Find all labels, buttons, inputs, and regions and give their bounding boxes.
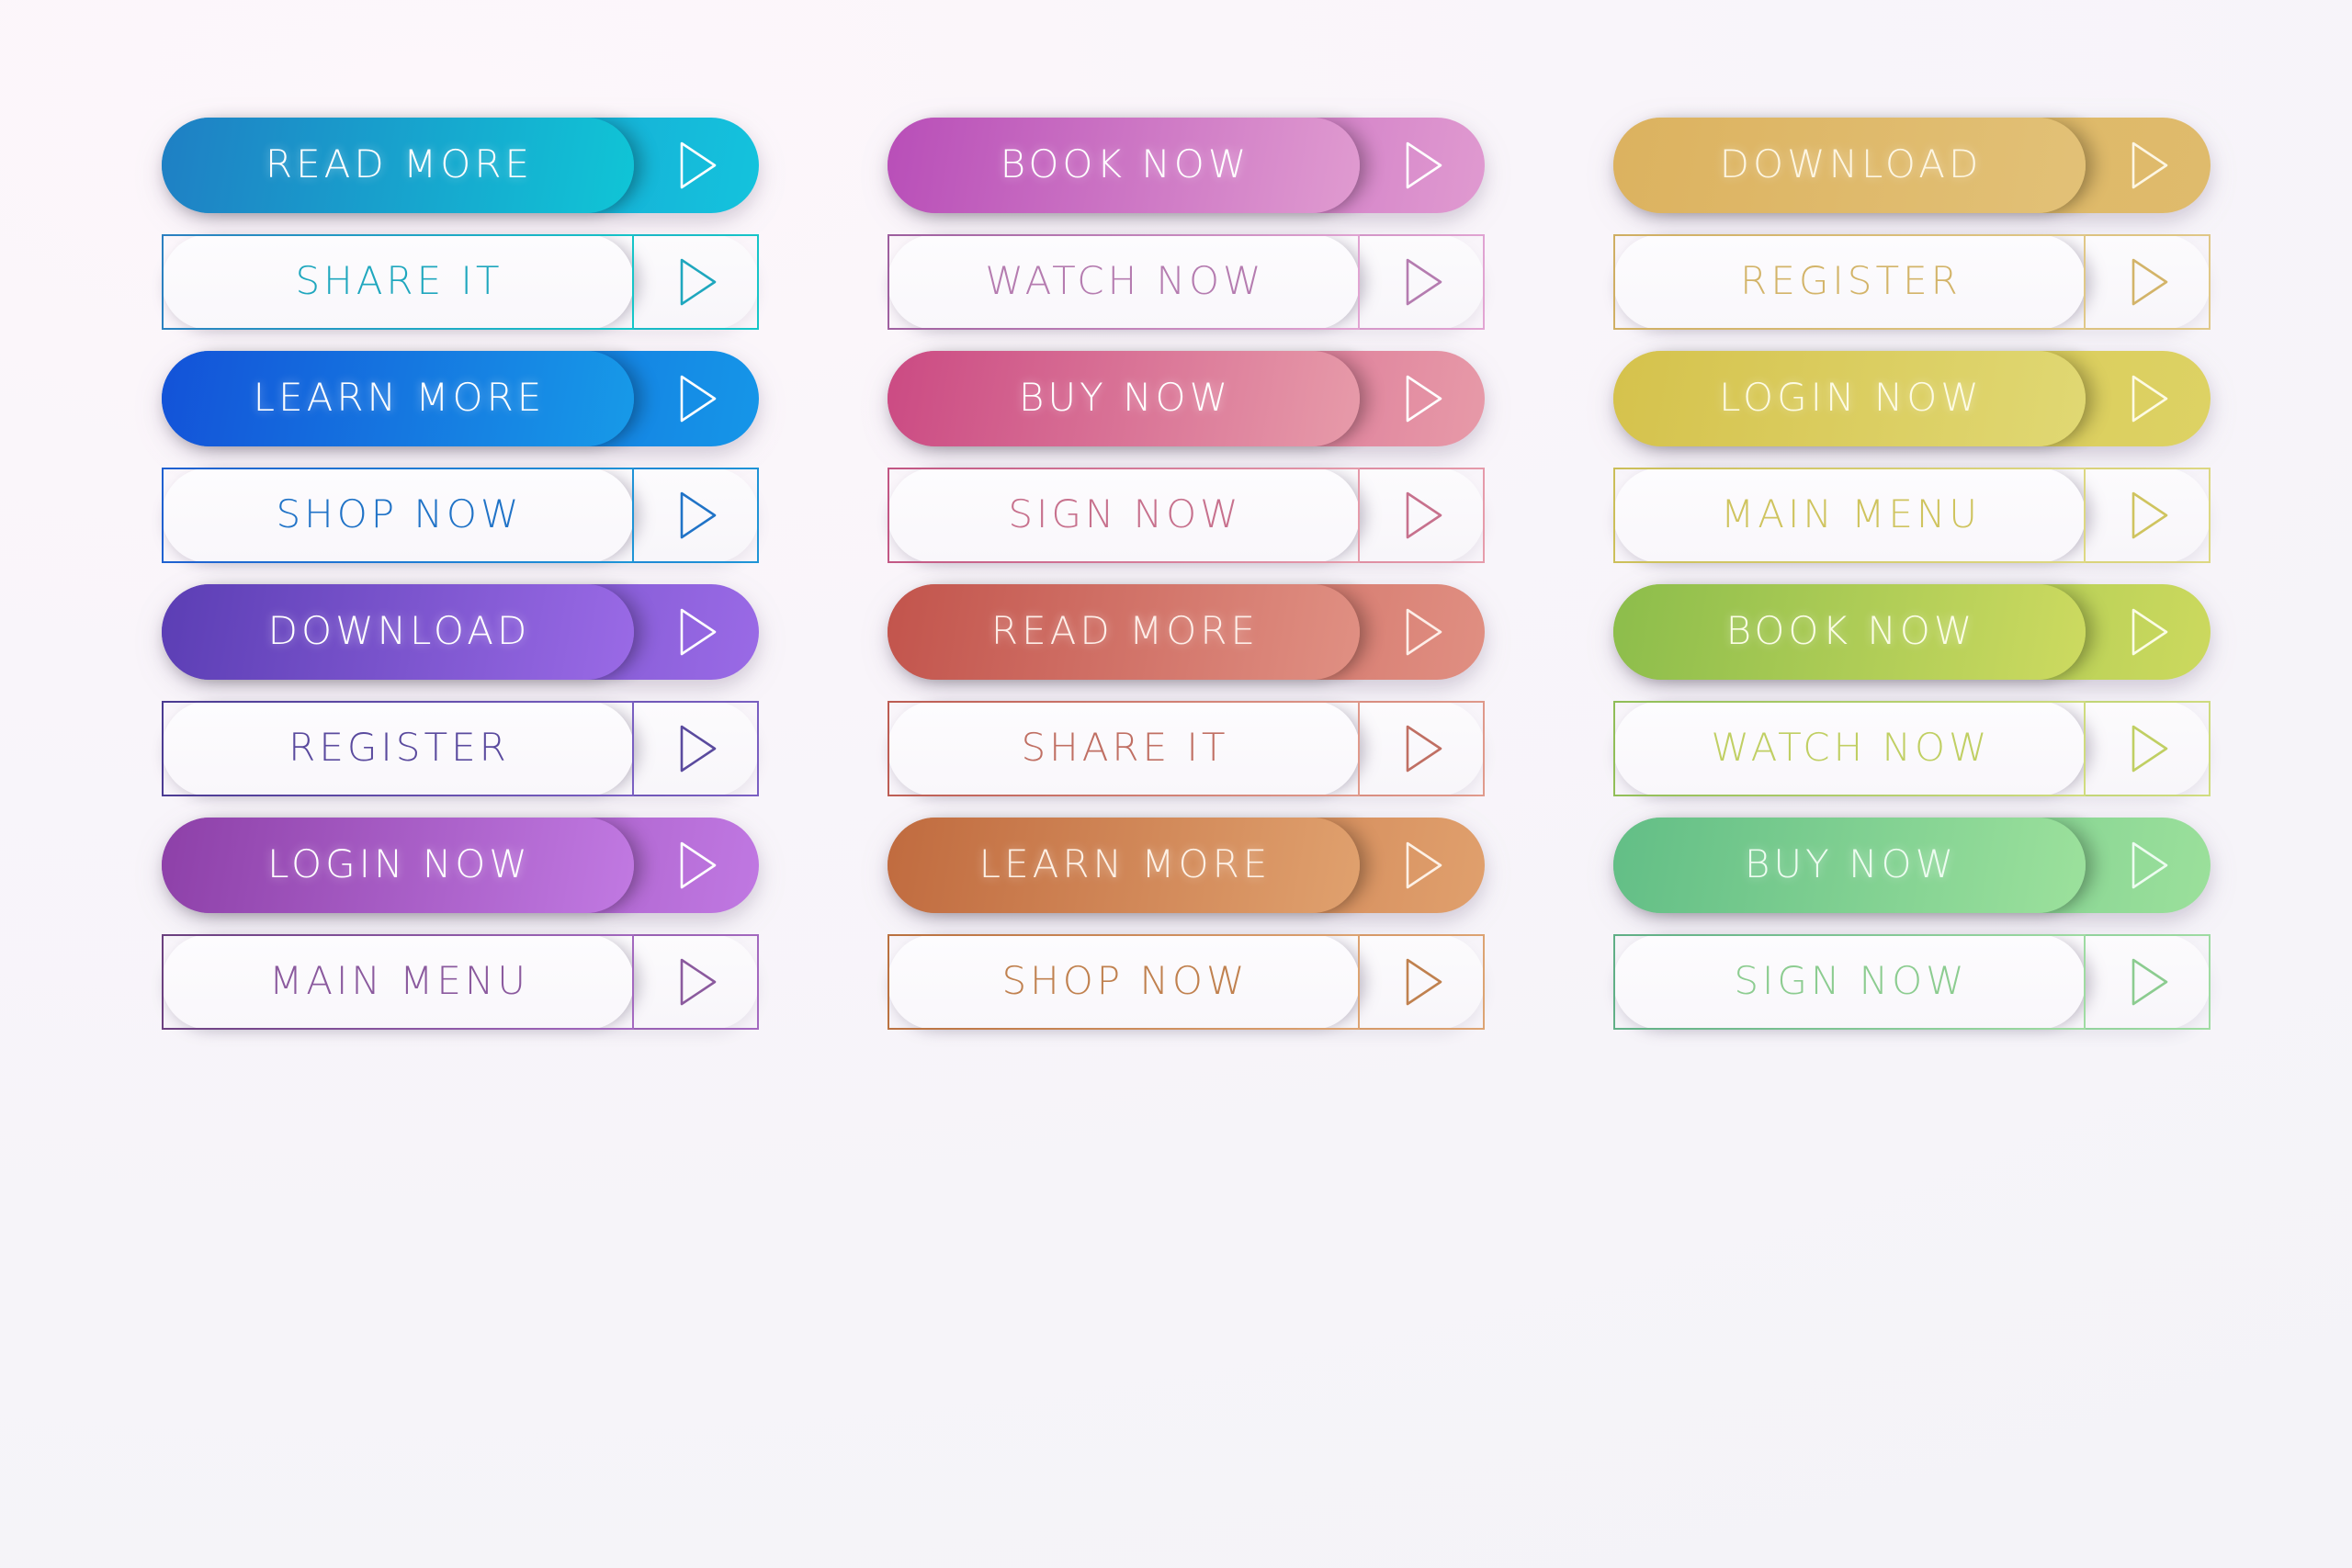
cta-button-label: READ MORE	[990, 608, 1260, 653]
cta-button-label: MAIN MENU	[1720, 491, 1982, 536]
cta-button-share-it[interactable]: SHARE IT	[888, 701, 1485, 796]
button-label-panel[interactable]: WATCH NOW	[1613, 701, 2086, 796]
cta-button-login-now[interactable]: LOGIN NOW	[162, 818, 759, 913]
button-column-gold-green-column: DOWNLOAD REGISTER LOGIN NOW MAIN MENU BO…	[1613, 118, 2211, 1030]
cta-button-shop-now[interactable]: SHOP NOW	[162, 468, 759, 563]
button-label-panel[interactable]: BUY NOW	[888, 351, 1360, 446]
cta-button-learn-more[interactable]: LEARN MORE	[888, 818, 1485, 913]
button-label-panel[interactable]: READ MORE	[162, 118, 634, 213]
button-column-blue-purple-column: READ MORE SHARE IT LEARN MORE SHOP NOW D…	[162, 118, 759, 1030]
button-label-panel[interactable]: LEARN MORE	[888, 818, 1360, 913]
cta-button-label: MAIN MENU	[268, 958, 530, 1003]
cta-button-main-menu[interactable]: MAIN MENU	[1613, 468, 2211, 563]
cta-button-label: READ MORE	[265, 141, 534, 186]
button-label-panel[interactable]: MAIN MENU	[162, 934, 634, 1030]
button-label-panel[interactable]: WATCH NOW	[888, 234, 1360, 330]
cta-button-read-more[interactable]: READ MORE	[162, 118, 759, 213]
cta-button-shop-now[interactable]: SHOP NOW	[888, 934, 1485, 1030]
button-set-canvas: READ MORE SHARE IT LEARN MORE SHOP NOW D…	[0, 0, 2352, 1568]
cta-button-label: BOOK NOW	[1000, 141, 1250, 186]
cta-button-buy-now[interactable]: BUY NOW	[888, 351, 1485, 446]
button-label-panel[interactable]: SHOP NOW	[888, 934, 1360, 1030]
cta-button-watch-now[interactable]: WATCH NOW	[888, 234, 1485, 330]
button-label-panel[interactable]: DOWNLOAD	[162, 584, 634, 680]
cta-button-download[interactable]: DOWNLOAD	[1613, 118, 2211, 213]
cta-button-sign-now[interactable]: SIGN NOW	[888, 468, 1485, 563]
button-label-panel[interactable]: LOGIN NOW	[1613, 351, 2086, 446]
button-label-panel[interactable]: MAIN MENU	[1613, 468, 2086, 563]
button-label-panel[interactable]: SHARE IT	[162, 234, 634, 330]
cta-button-label: SHOP NOW	[1001, 958, 1249, 1003]
cta-button-label: LEARN MORE	[978, 841, 1272, 886]
cta-button-label: SHARE IT	[295, 258, 503, 303]
button-label-panel[interactable]: READ MORE	[888, 584, 1360, 680]
button-label-panel[interactable]: SHARE IT	[888, 701, 1360, 796]
button-column-pink-orange-column: BOOK NOW WATCH NOW BUY NOW SIGN NOW READ…	[888, 118, 1485, 1030]
cta-button-learn-more[interactable]: LEARN MORE	[162, 351, 759, 446]
cta-button-label: LOGIN NOW	[267, 841, 531, 886]
button-grid: READ MORE SHARE IT LEARN MORE SHOP NOW D…	[162, 118, 2229, 1030]
button-label-panel[interactable]: LOGIN NOW	[162, 818, 634, 913]
button-label-panel[interactable]: REGISTER	[1613, 234, 2086, 330]
cta-button-watch-now[interactable]: WATCH NOW	[1613, 701, 2211, 796]
cta-button-label: BOOK NOW	[1725, 608, 1976, 653]
button-label-panel[interactable]: DOWNLOAD	[1613, 118, 2086, 213]
cta-button-share-it[interactable]: SHARE IT	[162, 234, 759, 330]
cta-button-book-now[interactable]: BOOK NOW	[1613, 584, 2211, 680]
button-label-panel[interactable]: BOOK NOW	[888, 118, 1360, 213]
cta-button-download[interactable]: DOWNLOAD	[162, 584, 759, 680]
button-label-panel[interactable]: REGISTER	[162, 701, 634, 796]
cta-button-label: SHOP NOW	[276, 491, 523, 536]
button-label-panel[interactable]: SIGN NOW	[888, 468, 1360, 563]
cta-button-label: WATCH NOW	[1711, 725, 1991, 770]
cta-button-buy-now[interactable]: BUY NOW	[1613, 818, 2211, 913]
cta-button-sign-now[interactable]: SIGN NOW	[1613, 934, 2211, 1030]
cta-button-label: SIGN NOW	[1008, 491, 1242, 536]
cta-button-login-now[interactable]: LOGIN NOW	[1613, 351, 2211, 446]
cta-button-main-menu[interactable]: MAIN MENU	[162, 934, 759, 1030]
cta-button-label: BUY NOW	[1018, 375, 1232, 420]
button-label-panel[interactable]: SIGN NOW	[1613, 934, 2086, 1030]
cta-button-label: REGISTER	[288, 725, 510, 770]
button-label-panel[interactable]: BOOK NOW	[1613, 584, 2086, 680]
cta-button-register[interactable]: REGISTER	[162, 701, 759, 796]
cta-button-label: SIGN NOW	[1734, 958, 1968, 1003]
button-label-panel[interactable]: SHOP NOW	[162, 468, 634, 563]
cta-button-label: WATCH NOW	[985, 258, 1265, 303]
cta-button-label: DOWNLOAD	[267, 608, 531, 653]
button-label-panel[interactable]: LEARN MORE	[162, 351, 634, 446]
cta-button-label: SHARE IT	[1021, 725, 1229, 770]
cta-button-read-more[interactable]: READ MORE	[888, 584, 1485, 680]
cta-button-book-now[interactable]: BOOK NOW	[888, 118, 1485, 213]
cta-button-label: REGISTER	[1740, 258, 1962, 303]
cta-button-label: DOWNLOAD	[1719, 141, 1983, 186]
cta-button-label: BUY NOW	[1744, 841, 1958, 886]
button-label-panel[interactable]: BUY NOW	[1613, 818, 2086, 913]
cta-button-label: LOGIN NOW	[1719, 375, 1983, 420]
cta-button-label: LEARN MORE	[253, 375, 546, 420]
cta-button-register[interactable]: REGISTER	[1613, 234, 2211, 330]
